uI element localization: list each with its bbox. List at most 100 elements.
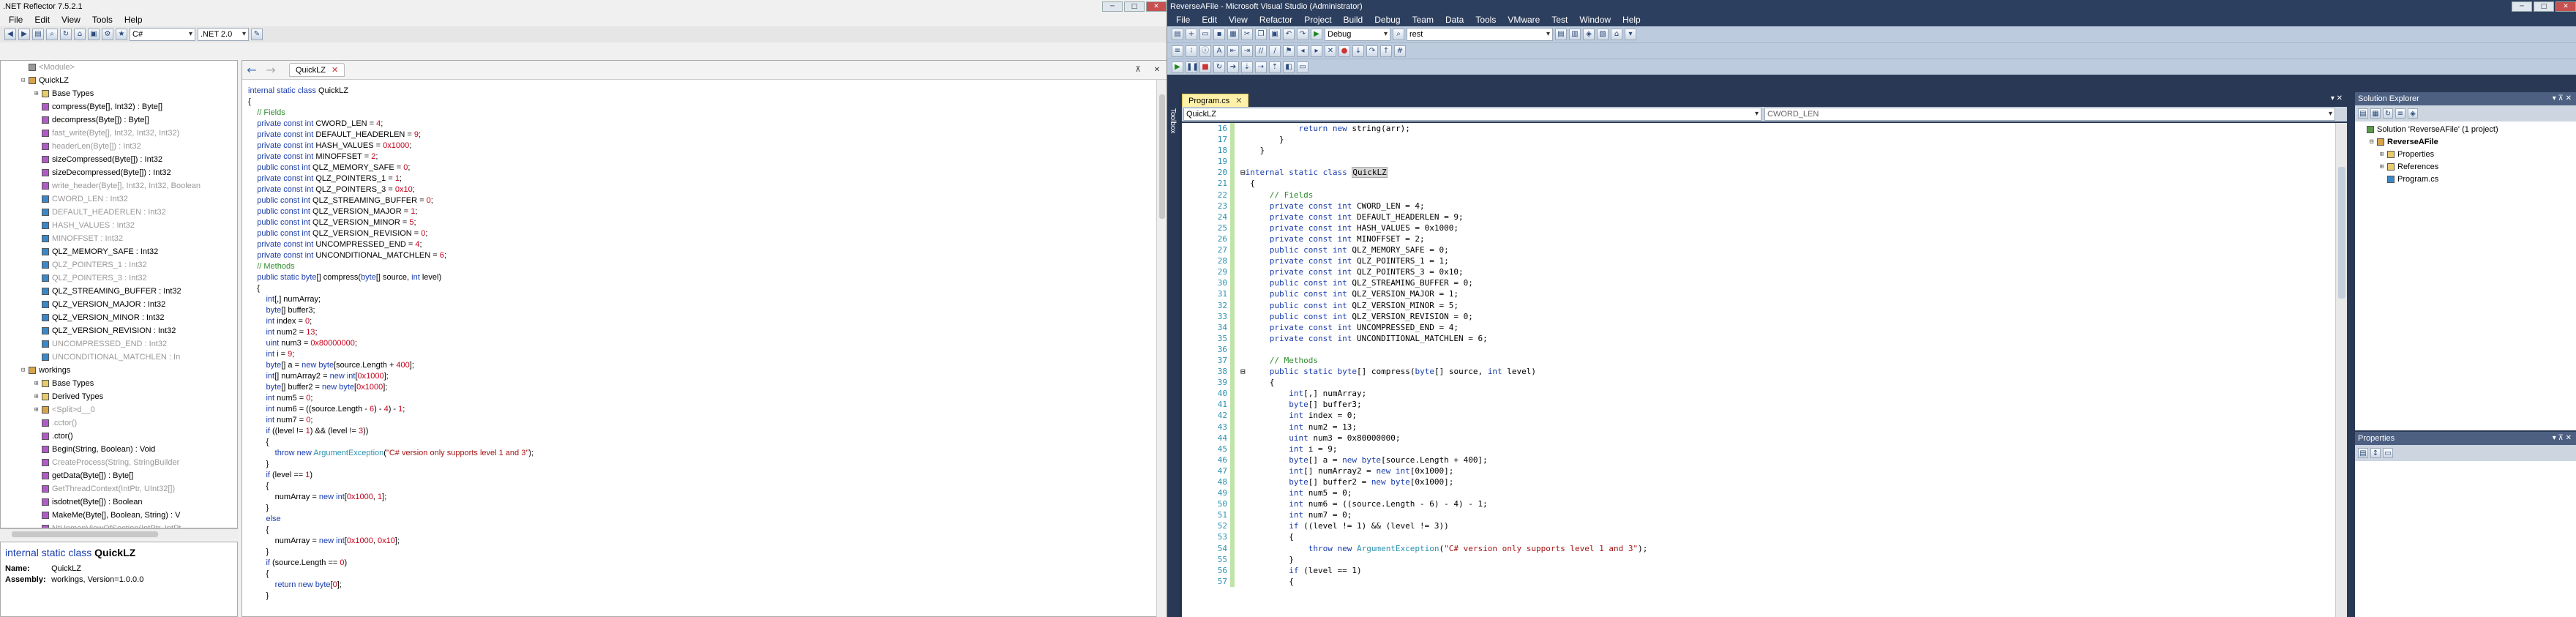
tree-node[interactable]: <Module> <box>1 61 237 74</box>
menu-item-vmware[interactable]: VMware <box>1502 15 1546 25</box>
tree-node[interactable]: decompress(Byte[]) : Byte[] <box>1 113 237 127</box>
redo-icon[interactable]: ↷ <box>1297 29 1308 40</box>
quick-info-icon[interactable]: ⓘ <box>1199 45 1211 57</box>
tree-node[interactable]: NtUnmapViewOfSection(IntPtr, IntPt <box>1 522 237 528</box>
expander-icon[interactable]: ⊟ <box>21 364 29 377</box>
expander-icon[interactable]: ⊞ <box>34 377 42 390</box>
solution-node[interactable]: Solution 'ReverseAFile' (1 project) <box>2355 123 2576 135</box>
object-browser-icon[interactable]: ◈ <box>1583 29 1595 40</box>
paste-icon[interactable]: ▣ <box>1269 29 1281 40</box>
solution-explorer-icon[interactable]: ▤ <box>1555 29 1567 40</box>
windows-icon[interactable]: ▭ <box>1297 61 1308 73</box>
type-combo[interactable]: QuickLZ <box>1183 108 1761 121</box>
back-icon[interactable]: ◀ <box>4 29 16 40</box>
tree-node[interactable]: ⊞ Base Types <box>1 87 237 100</box>
step-out-icon[interactable]: ↑ <box>1380 45 1392 57</box>
step-into-debug-icon[interactable]: ⇣ <box>1241 61 1253 73</box>
framework-combo[interactable]: .NET 2.0 <box>198 28 249 41</box>
expander-icon[interactable]: ⊞ <box>2380 160 2387 173</box>
menu-item-team[interactable]: Team <box>1407 15 1439 25</box>
tree-node[interactable]: Begin(String, Boolean) : Void <box>1 443 237 456</box>
tree-node[interactable]: UNCOMPRESSED_END : Int32 <box>1 337 237 351</box>
code-vertical-scrollbar[interactable] <box>1156 80 1167 617</box>
expander-icon[interactable]: ⊟ <box>21 74 29 87</box>
tree-node[interactable]: MINOFFSET : Int32 <box>1 232 237 245</box>
solution-node[interactable]: ⊟ ReverseAFile <box>2355 135 2576 148</box>
show-next-statement-icon[interactable]: ➔ <box>1227 61 1239 73</box>
menu-item-view[interactable]: View <box>1223 15 1254 25</box>
disassemble-icon[interactable]: ▣ <box>88 29 100 40</box>
tree-node[interactable]: HASH_VALUES : Int32 <box>1 219 237 232</box>
expander-icon[interactable]: ⊞ <box>34 87 42 100</box>
clear-bookmarks-icon[interactable]: ✕ <box>1325 45 1336 57</box>
tree-node[interactable]: QLZ_VERSION_MINOR : Int32 <box>1 311 237 324</box>
property-pages-icon[interactable]: ▭ <box>2383 448 2393 458</box>
toggle-bookmark-icon[interactable]: ⚑ <box>1283 45 1295 57</box>
panel-pin-icon[interactable]: ▾ ⊼ ✕ <box>2553 92 2572 105</box>
configuration-combo[interactable]: Debug <box>1325 28 1390 41</box>
tree-node[interactable]: isdotnet(Byte[]) : Boolean <box>1 496 237 509</box>
menu-item-tools[interactable]: Tools <box>1469 15 1502 25</box>
cut-icon[interactable]: ✂ <box>1241 29 1253 40</box>
menu-item-help[interactable]: Help <box>1617 15 1647 25</box>
tree-node[interactable]: ⊞ Base Types <box>1 377 237 390</box>
open-file-icon[interactable]: ▭ <box>1199 29 1211 40</box>
toolbox-icon[interactable]: ▧ <box>1597 29 1609 40</box>
more-icon[interactable]: ▾ <box>1625 29 1636 40</box>
decompiled-code[interactable]: internal static class QuickLZ{ // Fields… <box>242 80 1167 602</box>
menu-item-test[interactable]: Test <box>1546 15 1573 25</box>
forward-icon[interactable]: ▶ <box>18 29 30 40</box>
pin-icon[interactable]: ⊼ <box>1128 66 1147 74</box>
categorized-icon[interactable]: ▤ <box>2358 448 2368 458</box>
solution-node[interactable]: Program.cs <box>2355 173 2576 185</box>
tree-node[interactable]: ⊟ workings <box>1 364 237 377</box>
solution-node[interactable]: ⊞ Properties <box>2355 148 2576 160</box>
tree-node[interactable]: .cctor() <box>1 416 237 430</box>
step-into-icon[interactable]: ↓ <box>1352 45 1364 57</box>
menu-item-tools[interactable]: Tools <box>86 15 119 25</box>
continue-icon[interactable]: ▶ <box>1172 61 1183 73</box>
menu-item-refactor[interactable]: Refactor <box>1254 15 1298 25</box>
tree-node[interactable]: CreateProcess(String, StringBuilder <box>1 456 237 469</box>
restart-icon[interactable]: ↻ <box>1213 61 1225 73</box>
tree-node[interactable]: MakeMe(Byte[], Boolean, String) : V <box>1 509 237 522</box>
expander-icon[interactable]: ⊞ <box>34 390 42 403</box>
outdent-icon[interactable]: ⇤ <box>1227 45 1239 57</box>
menu-item-build[interactable]: Build <box>1338 15 1369 25</box>
list-members-icon[interactable]: ≡ <box>1172 45 1183 57</box>
hex-display-icon[interactable]: ◧ <box>1283 61 1295 73</box>
solution-node[interactable]: ⊞ References <box>2355 160 2576 173</box>
solution-tree[interactable]: Solution 'ReverseAFile' (1 project) ⊟ Reve… <box>2355 121 2576 185</box>
close-button[interactable]: ✕ <box>1146 1 1167 12</box>
find-combo[interactable]: rest <box>1407 28 1553 41</box>
copy-icon[interactable]: ❐ <box>1255 29 1267 40</box>
se-class-diagram-icon[interactable]: ◈ <box>2408 108 2418 119</box>
close-tab-icon[interactable]: ✕ <box>1235 97 1242 105</box>
nav-forward-icon[interactable]: → <box>261 63 280 77</box>
expander-icon[interactable]: ⊞ <box>34 403 42 416</box>
vs-close-button[interactable]: ✕ <box>2556 1 2576 12</box>
decompiler-tab[interactable]: QuickLZ ✕ <box>289 63 345 77</box>
language-combo[interactable]: C# <box>130 28 195 41</box>
tree-node[interactable]: compress(Byte[], Int32) : Byte[] <box>1 100 237 113</box>
se-view-code-icon[interactable]: ≡ <box>2395 108 2405 119</box>
tree-node[interactable]: QLZ_STREAMING_BUFFER : Int32 <box>1 285 237 298</box>
maximize-button[interactable]: □ <box>1124 1 1145 12</box>
open-icon[interactable]: ▤ <box>32 29 44 40</box>
properties-icon[interactable]: ▥ <box>1569 29 1581 40</box>
step-over-icon[interactable]: ↷ <box>1366 45 1378 57</box>
close-tab-icon[interactable]: ✕ <box>332 66 338 75</box>
menu-item-view[interactable]: View <box>56 15 86 25</box>
tree-node[interactable]: fast_write(Byte[], Int32, Int32, Int32) <box>1 127 237 140</box>
menu-item-edit[interactable]: Edit <box>1196 15 1223 25</box>
save-all-icon[interactable]: ▦ <box>1227 29 1239 40</box>
break-all-icon[interactable]: ❚❚ <box>1186 61 1199 73</box>
close-pane-icon[interactable]: ✕ <box>1147 66 1167 74</box>
start-debug-icon[interactable]: ▶ <box>1311 29 1322 40</box>
tree-node[interactable]: UNCONDITIONAL_MATCHLEN : In <box>1 351 237 364</box>
tree-node[interactable]: CWORD_LEN : Int32 <box>1 192 237 206</box>
expander-icon[interactable]: ⊟ <box>2370 135 2377 149</box>
save-icon[interactable]: ▪ <box>1213 29 1225 40</box>
vs-maximize-button[interactable]: □ <box>2534 1 2554 12</box>
toolbox-label[interactable]: Toolbox <box>1169 108 1177 133</box>
